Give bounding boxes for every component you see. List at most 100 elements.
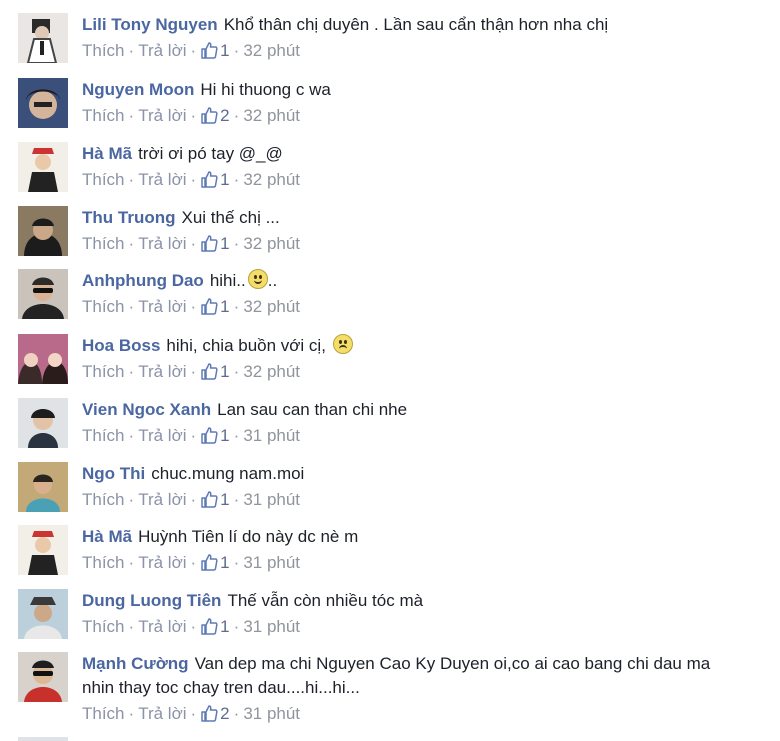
avatar[interactable] bbox=[18, 462, 68, 512]
reply-button[interactable]: Trả lời bbox=[138, 106, 186, 125]
like-count[interactable]: 1 bbox=[220, 234, 229, 253]
thumbs-up-icon[interactable] bbox=[200, 617, 218, 642]
like-button[interactable]: Thích bbox=[82, 490, 125, 509]
avatar[interactable] bbox=[18, 525, 68, 575]
timestamp[interactable]: 31 phút bbox=[243, 490, 300, 509]
avatar[interactable] bbox=[18, 652, 68, 702]
comment-author-link[interactable]: Mạnh Cường bbox=[82, 654, 189, 673]
thumbs-up-icon[interactable] bbox=[200, 170, 218, 195]
like-count[interactable]: 1 bbox=[220, 617, 229, 636]
like-button[interactable]: Thích bbox=[82, 106, 125, 125]
comment-author-link[interactable]: Vien Ngoc Xanh bbox=[82, 400, 211, 419]
thumbs-up-icon[interactable] bbox=[200, 490, 218, 515]
like-button[interactable]: Thích bbox=[82, 362, 125, 381]
like-count[interactable]: 2 bbox=[220, 106, 229, 125]
avatar[interactable] bbox=[18, 269, 68, 319]
timestamp[interactable]: 31 phút bbox=[243, 617, 300, 636]
thumbs-up-icon[interactable] bbox=[200, 41, 218, 66]
comment-author-link[interactable]: Hà Mã bbox=[82, 144, 132, 163]
separator-dot: · bbox=[190, 170, 197, 189]
like-button[interactable]: Thích bbox=[82, 41, 125, 60]
like-button[interactable]: Thích bbox=[82, 704, 125, 723]
timestamp[interactable]: 32 phút bbox=[243, 362, 300, 381]
like-button[interactable]: Thích bbox=[82, 297, 125, 316]
separator-dot: · bbox=[233, 362, 240, 381]
comment-list: Lili Tony Nguyen Khổ thân chị duyên . Lần… bbox=[0, 0, 780, 741]
thumbs-up-icon[interactable] bbox=[200, 704, 218, 729]
timestamp[interactable]: 31 phút bbox=[243, 426, 300, 445]
reply-button[interactable]: Trả lời bbox=[138, 297, 186, 316]
like-count[interactable]: 1 bbox=[220, 426, 229, 445]
comment-author-link[interactable]: Anhphung Dao bbox=[82, 271, 204, 290]
comment-actions: Thích · Trả lời · 1 · 32 phút bbox=[82, 39, 760, 66]
avatar[interactable] bbox=[18, 78, 68, 128]
like-count[interactable]: 1 bbox=[220, 297, 229, 316]
separator-dot: · bbox=[190, 617, 197, 636]
comment-author-link[interactable]: Lili Tony Nguyen bbox=[82, 15, 218, 34]
thumbs-up-icon[interactable] bbox=[200, 297, 218, 322]
separator-dot: · bbox=[190, 362, 197, 381]
reply-button[interactable]: Trả lời bbox=[138, 234, 186, 253]
like-count[interactable]: 1 bbox=[220, 41, 229, 60]
comment-author-link[interactable]: Hoa Boss bbox=[82, 336, 160, 355]
timestamp[interactable]: 32 phút bbox=[243, 106, 300, 125]
thumbs-up-icon[interactable] bbox=[200, 106, 218, 131]
thumbs-up-icon[interactable] bbox=[200, 426, 218, 451]
comment-author-link[interactable]: Hà Mã bbox=[82, 527, 132, 546]
timestamp[interactable]: 32 phút bbox=[243, 41, 300, 60]
timestamp[interactable]: 31 phút bbox=[243, 704, 300, 723]
separator-dot: · bbox=[190, 106, 197, 125]
comment-text: Hi hi thuong c wa bbox=[200, 80, 331, 99]
avatar[interactable] bbox=[18, 589, 68, 639]
thumbs-up-icon[interactable] bbox=[200, 362, 218, 387]
like-button[interactable]: Thích bbox=[82, 170, 125, 189]
reply-button[interactable]: Trả lời bbox=[138, 617, 186, 636]
reply-button[interactable]: Trả lời bbox=[138, 426, 186, 445]
avatar[interactable] bbox=[18, 142, 68, 192]
like-count[interactable]: 1 bbox=[220, 553, 229, 572]
comment-author-link[interactable]: Dung Luong Tiên bbox=[82, 591, 221, 610]
separator-dot: · bbox=[233, 617, 240, 636]
reply-button[interactable]: Trả lời bbox=[138, 170, 186, 189]
like-button[interactable]: Thích bbox=[82, 426, 125, 445]
separator-dot: · bbox=[128, 426, 135, 445]
reply-button[interactable]: Trả lời bbox=[138, 41, 186, 60]
sad-emoji-icon bbox=[332, 334, 353, 354]
avatar[interactable] bbox=[18, 398, 68, 448]
like-button[interactable]: Thích bbox=[82, 617, 125, 636]
separator-dot: · bbox=[190, 704, 197, 723]
reply-button[interactable]: Trả lời bbox=[138, 553, 186, 572]
separator-dot: · bbox=[233, 170, 240, 189]
comment-author-link[interactable]: Thu Truong bbox=[82, 208, 175, 227]
separator-dot: · bbox=[190, 41, 197, 60]
thumbs-up-icon[interactable] bbox=[200, 553, 218, 578]
like-count[interactable]: 1 bbox=[220, 362, 229, 381]
avatar[interactable] bbox=[18, 334, 68, 384]
like-count[interactable]: 2 bbox=[220, 704, 229, 723]
timestamp[interactable]: 31 phút bbox=[243, 553, 300, 572]
separator-dot: · bbox=[128, 553, 135, 572]
reply-button[interactable]: Trả lời bbox=[138, 704, 186, 723]
comment-author-link[interactable]: Ngo Thi bbox=[82, 464, 145, 483]
comment-text: Xui thế chị ... bbox=[181, 208, 280, 227]
comment-actions: Thích · Trả lời · 1 · 32 phút bbox=[82, 295, 760, 322]
separator-dot: · bbox=[190, 234, 197, 253]
comment-actions: Thích · Trả lời · 1 · 31 phút bbox=[82, 615, 760, 642]
timestamp[interactable]: 32 phút bbox=[243, 297, 300, 316]
comment-text: Khổ thân chị duyên . Lần sau cẩn thận hơ… bbox=[223, 15, 609, 34]
separator-dot: · bbox=[233, 106, 240, 125]
avatar[interactable] bbox=[18, 206, 68, 256]
separator-dot: · bbox=[233, 704, 240, 723]
avatar[interactable] bbox=[18, 13, 68, 63]
comment-author-link[interactable]: Nguyen Moon bbox=[82, 80, 194, 99]
like-count[interactable]: 1 bbox=[220, 490, 229, 509]
like-button[interactable]: Thích bbox=[82, 234, 125, 253]
timestamp[interactable]: 32 phút bbox=[243, 170, 300, 189]
reply-button[interactable]: Trả lời bbox=[138, 362, 186, 381]
like-count[interactable]: 1 bbox=[220, 170, 229, 189]
like-button[interactable]: Thích bbox=[82, 553, 125, 572]
timestamp[interactable]: 32 phút bbox=[243, 234, 300, 253]
comment-actions: Thích · Trả lời · 1 · 31 phút bbox=[82, 488, 760, 515]
thumbs-up-icon[interactable] bbox=[200, 234, 218, 259]
reply-button[interactable]: Trả lời bbox=[138, 490, 186, 509]
